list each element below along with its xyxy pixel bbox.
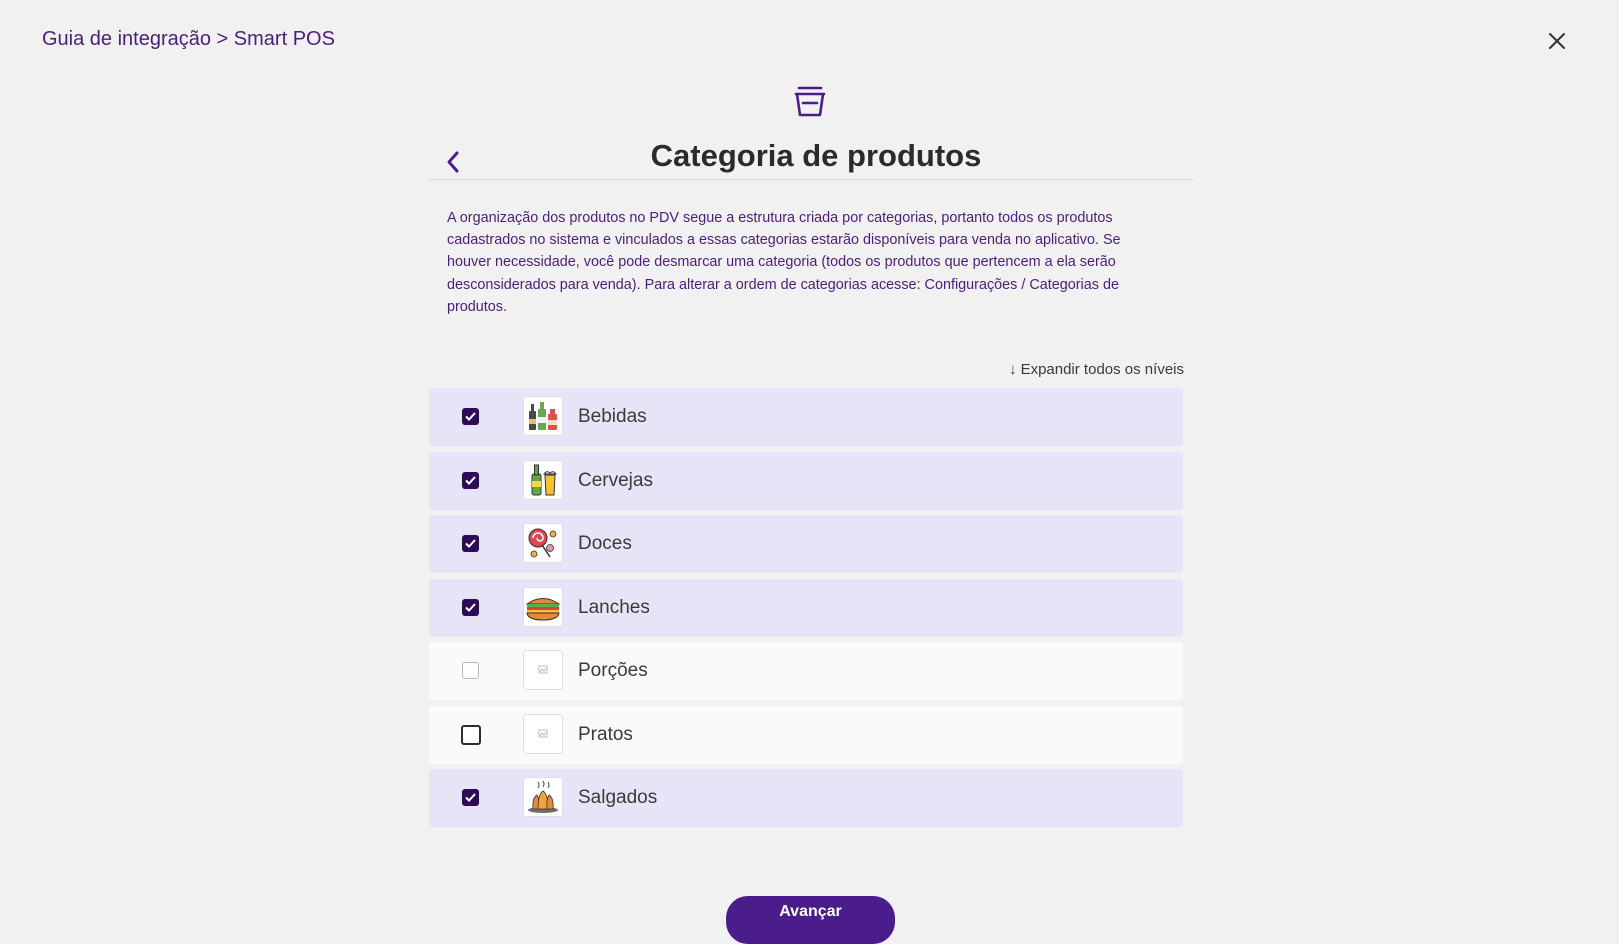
check-icon	[465, 793, 476, 802]
next-button[interactable]: Avançar	[726, 896, 895, 944]
category-row-porcoes[interactable]: Porções	[429, 642, 1183, 700]
category-row-bebidas[interactable]: Bebidas	[429, 388, 1183, 446]
category-label: Porções	[578, 660, 648, 681]
savory-snacks-icon	[523, 777, 563, 817]
category-label: Bebidas	[578, 406, 647, 427]
category-checkbox[interactable]	[462, 598, 479, 616]
chevron-left-icon	[447, 151, 459, 173]
arrow-down-icon: ↓	[1009, 361, 1017, 378]
candy-icon	[523, 523, 563, 563]
check-icon	[465, 539, 476, 548]
category-label: Pratos	[578, 723, 633, 745]
category-checkbox[interactable]	[462, 662, 479, 679]
image-placeholder-icon	[523, 713, 563, 754]
category-row-doces[interactable]: Doces	[429, 515, 1183, 573]
category-label: Lanches	[578, 596, 650, 618]
category-row-pratos[interactable]: Pratos	[429, 705, 1183, 764]
close-button[interactable]	[1542, 26, 1572, 56]
expand-all-levels-link[interactable]: ↓ Expandir todos os níveis	[996, 361, 1184, 378]
category-label: Doces	[578, 533, 632, 554]
category-checkbox[interactable]	[462, 408, 479, 425]
top-bar: Guia de integração > Smart POS	[0, 0, 1619, 80]
image-placeholder-icon	[523, 650, 563, 690]
expand-all-levels-label: Expandir todos os níveis	[1020, 361, 1184, 378]
check-icon	[465, 412, 476, 421]
category-row-cervejas[interactable]: Cervejas	[429, 451, 1183, 510]
category-row-lanches[interactable]: Lanches	[429, 578, 1183, 637]
description-text: A organização dos produtos no PDV segue …	[447, 210, 1121, 315]
category-label: Cervejas	[578, 469, 653, 491]
category-label: Salgados	[578, 787, 658, 808]
close-icon	[1549, 33, 1565, 49]
check-icon	[465, 475, 476, 485]
page-title: Categoria de produtos	[650, 138, 982, 173]
breadcrumb[interactable]: Guia de integração > Smart POS	[42, 28, 335, 51]
back-button[interactable]	[440, 145, 468, 179]
bottles-icon	[523, 396, 563, 436]
basket-icon	[790, 82, 830, 122]
category-row-salgados[interactable]: Salgados	[429, 769, 1183, 827]
sandwich-icon	[523, 586, 563, 627]
title-divider	[428, 179, 1194, 180]
category-list: Bebidas Cervejas Doces Lanches Porções P…	[429, 388, 1183, 833]
beer-icon	[523, 459, 563, 500]
category-checkbox[interactable]	[462, 789, 479, 806]
check-icon	[465, 602, 476, 612]
category-checkbox[interactable]	[461, 724, 481, 745]
category-checkbox[interactable]	[462, 471, 479, 489]
category-checkbox[interactable]	[462, 535, 479, 552]
